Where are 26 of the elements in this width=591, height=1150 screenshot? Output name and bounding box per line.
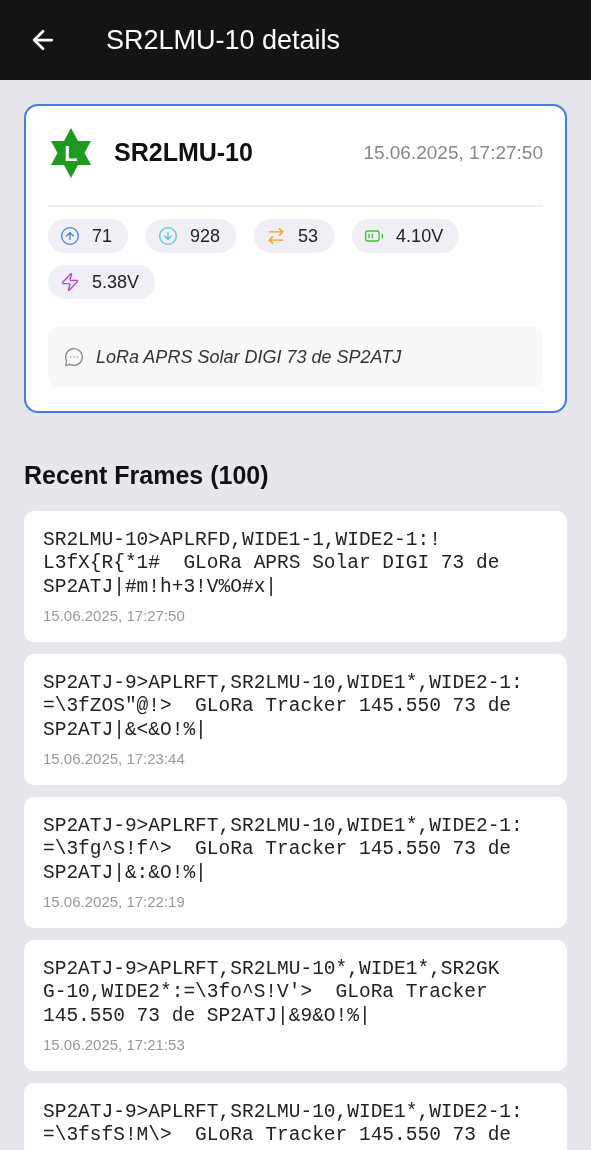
stat-chip: 4.10V (352, 219, 460, 253)
section-title: Recent Frames (100) (24, 460, 270, 491)
frame-card[interactable]: SP2ATJ-9>APLRFT,SR2LMU-10*,WIDE1*,SR2GK G-10,WIDE2*:=\3fo^S!V'> GLoRa Tracker 145.550 73 de SP2ATJ|&9&O!%| 15.06.2025, 17:21:53 (24, 939, 567, 1071)
frame-time: 15.06.2025, 17:22:19 (43, 892, 186, 912)
stat-chip: 928 (146, 219, 237, 253)
frame-text: SP2ATJ-9>APLRFT,SR2LMU-10*,WIDE1*,SR2GK G-10,WIDE2*:=\3fo^S!V'> GLoRa Tracker 145.550 73 de SP2ATJ|&9&O!%| (43, 957, 501, 1028)
frame-card[interactable]: SP2ATJ-9>APLRFT,SR2LMU-10,WIDE1*,WIDE2-1: =\3fsfS!M\> GLoRa Tracker 145.550 73 de (24, 1082, 567, 1150)
station-timestamp: 15.06.2025, 17:27:50 (363, 140, 543, 165)
frame-time: 15.06.2025, 17:23:44 (43, 749, 186, 769)
station-comment: LoRa APRS Solar DIGI 73 de SP2ATJ (96, 345, 402, 369)
stat-chip: 71 (48, 219, 129, 253)
stat-chip: 53 (254, 219, 335, 253)
chat-bubble-icon (64, 347, 84, 367)
frame-text: SP2ATJ-9>APLRFT,SR2LMU-10,WIDE1*,WIDE2-1: =\3fsfS!M\> GLoRa Tracker 145.550 73 de (43, 1100, 524, 1148)
stat-chip: 5.38V (48, 265, 156, 299)
frame-time: 15.06.2025, 17:27:50 (43, 606, 186, 626)
frame-card[interactable]: SP2ATJ-9>APLRFT,SR2LMU-10,WIDE1*,WIDE2-1: =\3fg^S!f^> GLoRa Tracker 145.550 73 de SP2ATJ|&:&O!%| 15.06.2025, 17:22:19 (24, 796, 567, 928)
page-title: SR2LMU-10 details (106, 23, 341, 57)
lightning-icon (60, 272, 80, 292)
frame-card[interactable]: SP2ATJ-9>APLRFT,SR2LMU-10,WIDE1*,WIDE2-1: =\3fZOS"@!> GLoRa Tracker 145.550 73 de SP2ATJ|&<&O!%| 15.06.2025, 17:23:44 (24, 653, 567, 785)
frame-text: SP2ATJ-9>APLRFT,SR2LMU-10,WIDE1*,WIDE2-1: =\3fZOS"@!> GLoRa Tracker 145.550 73 de SP2ATJ|&<&O!%| (43, 671, 524, 742)
frame-text: SR2LMU-10>APLRFD,WIDE1-1,WIDE2-1:! L3fX{R{*1# GLoRa APRS Solar DIGI 73 de SP2ATJ|#m!h+3!V%O#x| (43, 528, 501, 599)
station-callsign: SR2LMU-10 (114, 137, 253, 169)
frame-card[interactable]: SR2LMU-10>APLRFD,WIDE1-1,WIDE2-1:! L3fX{R{*1# GLoRa APRS Solar DIGI 73 de SP2ATJ|#m!h+3!V%O#x| 15.06.2025, 17:27:50 (24, 510, 567, 642)
frame-time: 15.06.2025, 17:21:53 (43, 1035, 186, 1055)
frame-text: SP2ATJ-9>APLRFT,SR2LMU-10,WIDE1*,WIDE2-1: =\3fg^S!f^> GLoRa Tracker 145.550 73 de SP2ATJ|&:&O!%| (43, 814, 524, 885)
